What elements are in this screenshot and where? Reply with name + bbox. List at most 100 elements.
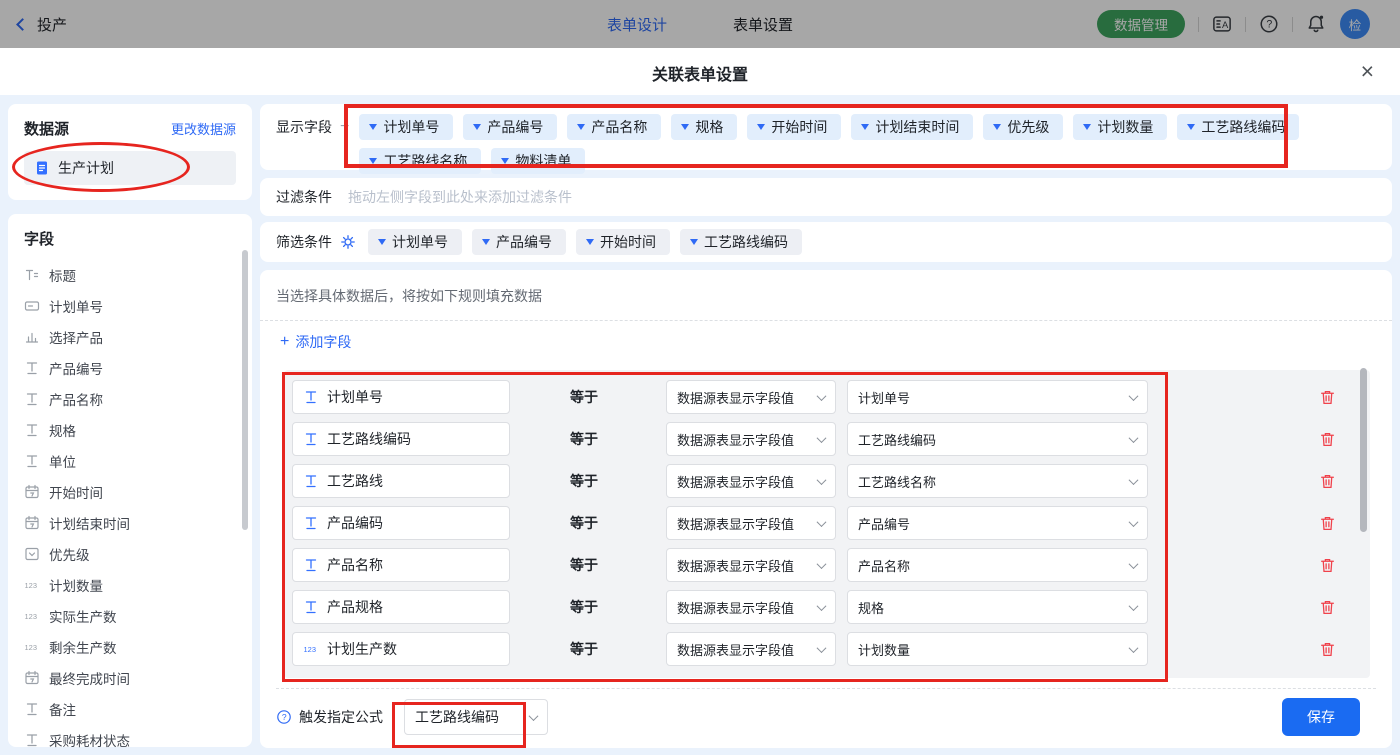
display-chip[interactable]: 工艺路线编码 — [1177, 114, 1300, 140]
rule-value-select[interactable]: 工艺路线编码 — [847, 422, 1148, 456]
chip-label: 规格 — [695, 119, 724, 135]
chart-icon — [24, 329, 40, 345]
field-item-priority[interactable]: 优先级 — [24, 538, 236, 569]
gear-icon[interactable] — [340, 234, 356, 250]
field-item-plan-end-time[interactable]: 计划结束时间 — [24, 507, 236, 538]
tab-form-settings[interactable]: 表单设置 — [733, 14, 793, 35]
divider-dashed — [260, 320, 1392, 321]
change-datasource-link[interactable]: 更改数据源 — [171, 119, 236, 138]
save-button[interactable]: 保存 — [1282, 698, 1360, 736]
chevron-down-icon — [861, 124, 870, 130]
field-item-plan-qty[interactable]: 计划数量 — [24, 569, 236, 600]
rule-value-select[interactable]: 计划数量 — [847, 632, 1148, 666]
screen-filter-chip[interactable]: 工艺路线编码 — [680, 229, 802, 255]
field-item-product-name[interactable]: 产品名称 — [24, 383, 236, 414]
rule-source-select[interactable]: 数据源表显示字段值 — [666, 548, 836, 582]
display-chip[interactable]: 开始时间 — [747, 114, 842, 140]
rule-source-select[interactable]: 数据源表显示字段值 — [666, 422, 836, 456]
chevron-down-icon — [1083, 124, 1092, 130]
back-chevron-icon[interactable] — [16, 17, 29, 31]
rule-value-select[interactable]: 产品名称 — [847, 548, 1148, 582]
display-chip[interactable]: 计划单号 — [359, 114, 454, 140]
display-chip[interactable]: 规格 — [671, 114, 738, 140]
field-item-product-no[interactable]: 产品编号 — [24, 352, 236, 383]
screen-filter-chip[interactable]: 开始时间 — [576, 229, 670, 255]
field-item-select-product[interactable]: 选择产品 — [24, 321, 236, 352]
rule-value-select[interactable]: 工艺路线名称 — [847, 464, 1148, 498]
display-chip[interactable]: 计划数量 — [1073, 114, 1168, 140]
filter-dropzone-placeholder[interactable]: 拖动左侧字段到此处来添加过滤条件 — [348, 187, 572, 207]
rules-scrollbar[interactable] — [1360, 368, 1367, 532]
field-label: 选择产品 — [49, 330, 103, 346]
add-field-button[interactable]: + 添加字段 — [280, 332, 351, 352]
field-item-unit[interactable]: 单位 — [24, 445, 236, 476]
rule-field-box[interactable]: 工艺路线编码 — [292, 422, 510, 456]
display-chip[interactable]: 产品编号 — [463, 114, 558, 140]
display-chip[interactable]: 优先级 — [983, 114, 1064, 140]
display-chip[interactable]: 工艺路线名称 — [359, 148, 482, 174]
number-icon — [24, 577, 40, 593]
display-chip[interactable]: 计划结束时间 — [851, 114, 974, 140]
chip-label: 计划结束时间 — [875, 119, 960, 135]
rule-field-box[interactable]: 计划生产数 — [292, 632, 510, 666]
field-item-final-finish-time[interactable]: 最终完成时间 — [24, 662, 236, 693]
trash-icon[interactable] — [1319, 431, 1336, 448]
field-item-remaining-qty[interactable]: 剩余生产数 — [24, 631, 236, 662]
trash-icon[interactable] — [1319, 473, 1336, 490]
trash-icon[interactable] — [1319, 389, 1336, 406]
field-item-remark[interactable]: 备注 — [24, 693, 236, 724]
rule-operator: 等于 — [570, 431, 598, 447]
display-chip[interactable]: 物料清单 — [491, 148, 586, 174]
rule-source-select[interactable]: 数据源表显示字段值 — [666, 632, 836, 666]
text-icon — [303, 473, 319, 489]
language-icon[interactable] — [1212, 14, 1232, 34]
trash-icon[interactable] — [1319, 557, 1336, 574]
avatar[interactable]: 检 — [1340, 9, 1370, 39]
rules-list: 计划单号 等于 数据源表显示字段值 计划单号 工艺路线编码 等于 数据源表显示字… — [284, 370, 1370, 678]
rule-source-select[interactable]: 数据源表显示字段值 — [666, 464, 836, 498]
divider — [1292, 16, 1293, 32]
field-item-actual-qty[interactable]: 实际生产数 — [24, 600, 236, 631]
field-item-start-time[interactable]: 开始时间 — [24, 476, 236, 507]
trigger-formula-select[interactable]: 工艺路线编码 — [404, 699, 548, 735]
display-chip[interactable]: 产品名称 — [567, 114, 662, 140]
help-circle-icon[interactable] — [276, 709, 292, 725]
rule-field-box[interactable]: 计划单号 — [292, 380, 510, 414]
back-nav[interactable]: 投产 — [16, 14, 67, 35]
field-item-purchase-status[interactable]: 采购耗材状态 — [24, 724, 236, 755]
trash-icon[interactable] — [1319, 599, 1336, 616]
field-label: 计划单号 — [49, 299, 103, 315]
calendar-icon — [24, 515, 40, 531]
rule-field-box[interactable]: 产品编码 — [292, 506, 510, 540]
screen-filter-chip[interactable]: 产品编号 — [472, 229, 566, 255]
chip-label: 产品编号 — [487, 119, 544, 135]
rule-row: 产品规格 等于 数据源表显示字段值 规格 — [284, 586, 1370, 628]
sidebar-scrollbar[interactable] — [242, 250, 248, 530]
screen-filter-chip[interactable]: 计划单号 — [368, 229, 462, 255]
back-label[interactable]: 投产 — [37, 14, 67, 35]
field-item-title[interactable]: 标题 — [24, 259, 236, 290]
rule-source-select[interactable]: 数据源表显示字段值 — [666, 590, 836, 624]
rule-field-box[interactable]: 工艺路线 — [292, 464, 510, 498]
rule-source-select[interactable]: 数据源表显示字段值 — [666, 506, 836, 540]
rule-field-box[interactable]: 产品名称 — [292, 548, 510, 582]
chevron-down-icon — [577, 124, 586, 130]
chevron-down-icon — [816, 600, 827, 611]
field-item-plan-no[interactable]: 计划单号 — [24, 290, 236, 321]
field-label: 计划结束时间 — [49, 516, 130, 532]
field-item-spec[interactable]: 规格 — [24, 414, 236, 445]
rule-source-select[interactable]: 数据源表显示字段值 — [666, 380, 836, 414]
datasource-item-production-plan[interactable]: 生产计划 — [24, 151, 236, 185]
help-icon[interactable] — [1259, 14, 1279, 34]
data-manage-button[interactable]: 数据管理 — [1097, 10, 1185, 38]
trash-icon[interactable] — [1319, 515, 1336, 532]
rule-value-select[interactable]: 计划单号 — [847, 380, 1148, 414]
add-display-field-button[interactable]: + — [340, 114, 349, 140]
rule-field-box[interactable]: 产品规格 — [292, 590, 510, 624]
bell-icon[interactable] — [1306, 14, 1326, 34]
tab-form-design[interactable]: 表单设计 — [607, 14, 667, 35]
rule-value-select[interactable]: 产品编号 — [847, 506, 1148, 540]
trash-icon[interactable] — [1319, 641, 1336, 658]
close-icon[interactable]: × — [1361, 56, 1374, 86]
rule-value-select[interactable]: 规格 — [847, 590, 1148, 624]
